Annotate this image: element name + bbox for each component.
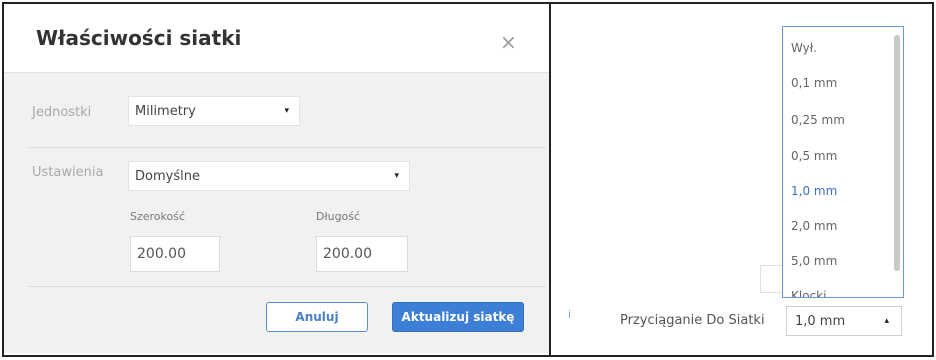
snap-option[interactable]: 0,1 mm xyxy=(791,76,837,90)
dialog-body: Jednostki Milimetry ▾ Ustawienia Domyśln… xyxy=(4,72,549,353)
length-label: Długość xyxy=(316,210,361,223)
units-select-value: Milimetry xyxy=(135,103,196,119)
grid-snap-label: Przyciąganie Do Siatki xyxy=(620,313,765,328)
snap-option[interactable]: 0,25 mm xyxy=(791,113,845,127)
caret-down-icon: ▾ xyxy=(284,106,289,116)
snap-option[interactable]: 5,0 mm xyxy=(791,254,837,268)
cancel-button[interactable]: Anuluj xyxy=(266,302,368,332)
snap-option[interactable]: Klocki xyxy=(791,289,826,297)
width-input[interactable]: 200.00 xyxy=(130,236,220,272)
footer-divider xyxy=(28,286,546,287)
side-marker: i xyxy=(568,308,572,321)
snap-option[interactable]: Wył. xyxy=(791,41,817,55)
grid-snap-value: 1,0 mm xyxy=(795,313,846,329)
snap-option[interactable]: 0,5 mm xyxy=(791,149,837,163)
settings-select[interactable]: Domyślne ▾ xyxy=(128,161,410,191)
units-label: Jednostki xyxy=(32,105,92,120)
section-divider xyxy=(28,147,546,148)
snap-options-list[interactable]: Wył. 0,1 mm 0,25 mm 0,5 mm 1,0 mm 2,0 mm… xyxy=(782,26,904,298)
settings-label: Ustawienia xyxy=(32,165,104,180)
dialog-title: Właściwości siatki xyxy=(36,26,242,50)
snap-option[interactable]: 2,0 mm xyxy=(791,219,837,233)
units-select[interactable]: Milimetry ▾ xyxy=(128,96,300,126)
settings-select-value: Domyślne xyxy=(135,168,200,184)
length-input[interactable]: 200.00 xyxy=(316,236,408,272)
width-label: Szerokość xyxy=(130,210,186,223)
panel-divider xyxy=(549,2,551,357)
list-scrollbar[interactable] xyxy=(894,35,900,271)
partial-field xyxy=(760,265,784,293)
close-icon[interactable]: × xyxy=(500,32,517,52)
grid-snap-select[interactable]: 1,0 mm ▴ xyxy=(786,306,902,336)
dialog-header: Właściwości siatki × xyxy=(4,4,549,72)
snap-option-selected[interactable]: 1,0 mm xyxy=(791,184,837,198)
caret-up-icon: ▴ xyxy=(884,316,889,326)
update-grid-button[interactable]: Aktualizuj siatkę xyxy=(392,302,524,332)
caret-down-icon: ▾ xyxy=(394,171,399,181)
